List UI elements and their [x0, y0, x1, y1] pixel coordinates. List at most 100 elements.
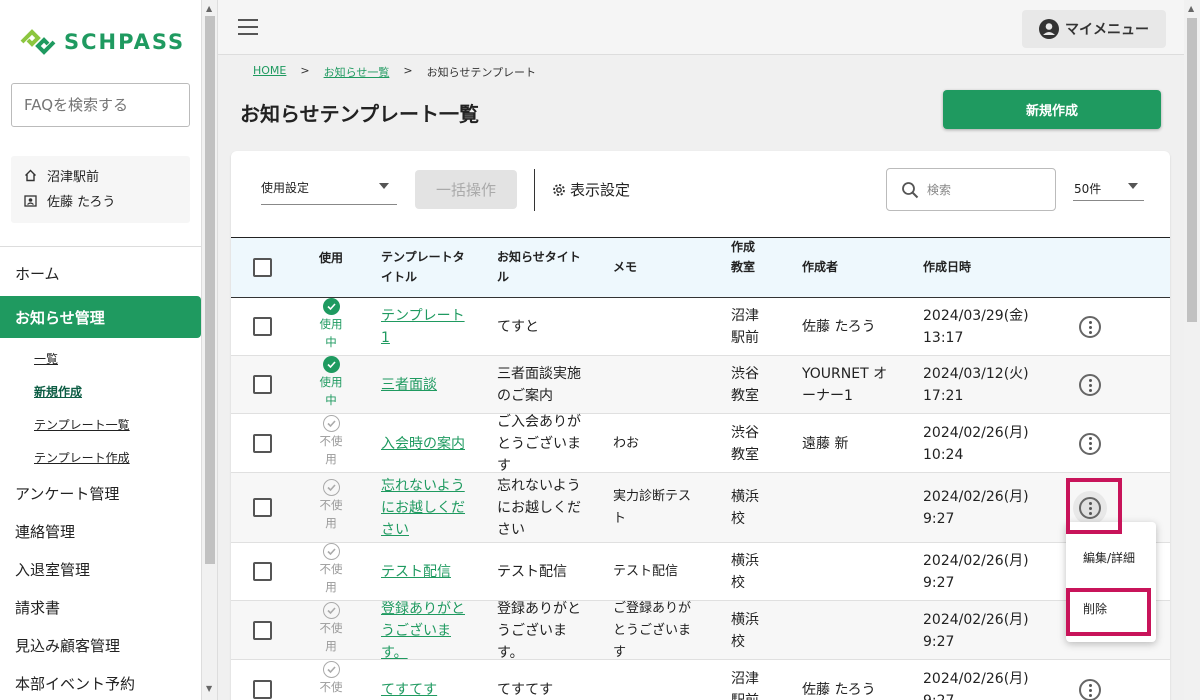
select-all-checkbox[interactable] — [253, 258, 272, 277]
row-checkbox[interactable] — [253, 317, 272, 336]
nav-prospects[interactable]: 見込み顧客管理 — [0, 626, 201, 664]
nav-notice-management[interactable]: お知らせ管理 — [0, 296, 201, 338]
scroll-down-icon[interactable]: ▼ — [206, 684, 212, 693]
row-checkbox[interactable] — [253, 680, 272, 699]
nav-sub-list[interactable]: 一覧 — [0, 342, 201, 375]
nav-sub-template-create[interactable]: テンプレート作成 — [0, 441, 201, 474]
usage-label: 不使用 — [319, 562, 343, 594]
memo: わお — [613, 435, 640, 451]
usage-label: 不使用 — [319, 498, 343, 530]
usage-label: 不使用 — [319, 433, 343, 466]
account-icon — [1039, 19, 1059, 39]
creator — [802, 486, 898, 530]
table-row: 不使用 てすてす てすてす 沼津駅前 佐藤 たろう 2024/02/26(月) 9:27 — [231, 660, 1170, 700]
top-header: マイメニュー — [218, 0, 1184, 55]
row-checkbox[interactable] — [253, 620, 272, 640]
row-checkbox[interactable] — [253, 433, 272, 453]
school: 横浜校 — [731, 489, 759, 527]
more-vert-icon[interactable] — [1079, 374, 1101, 396]
memo: ご登録ありがとうございます — [613, 600, 692, 660]
search-input[interactable]: 検索 — [886, 168, 1056, 211]
th-memo: メモ — [613, 260, 638, 274]
check-circle-icon — [322, 298, 340, 315]
th-created-at: 作成日時 — [923, 260, 972, 274]
nav-contact[interactable]: 連絡管理 — [0, 512, 201, 550]
row-checkbox[interactable] — [253, 562, 272, 581]
memo: テスト配信 — [613, 564, 679, 579]
created-at: 2024/02/26(月) 10:24 — [923, 424, 1029, 463]
th-template-title: テンプレートタイトル — [381, 250, 465, 284]
row-checkbox[interactable] — [253, 498, 272, 517]
per-page-select[interactable]: 50件 — [1073, 171, 1144, 201]
menu-item-edit[interactable]: 編集/詳細 — [1083, 549, 1135, 566]
search-icon — [902, 181, 919, 198]
creator: 佐藤 たろう — [802, 682, 876, 698]
template-title-link[interactable]: 三者面談 — [381, 363, 465, 407]
logo[interactable]: SCHPASS — [18, 28, 185, 56]
nav-invoice[interactable]: 請求書 — [0, 588, 201, 626]
template-list-card: 使用設定 一括操作 表示設定 検索 50件 使用 テンプレートタイトル お知らせ… — [231, 151, 1170, 700]
faq-search-input[interactable] — [11, 83, 190, 127]
nav-sub-template-list[interactable]: テンプレート一覧 — [0, 408, 201, 441]
usage-status: 使用中 — [317, 298, 345, 351]
template-title-link[interactable]: 登録ありがとうございます。 — [381, 601, 465, 661]
new-button[interactable]: 新規作成 — [943, 90, 1161, 129]
usage-label: 使用中 — [319, 317, 343, 349]
highlight-kebab — [1066, 478, 1122, 534]
template-title-link[interactable]: テンプレート1 — [381, 305, 465, 349]
created-at: 2024/02/26(月) 9:27 — [923, 671, 1029, 700]
breadcrumb-notice-list[interactable]: お知らせ一覧 — [324, 64, 390, 80]
nav-attendance[interactable]: 入退室管理 — [0, 550, 201, 588]
breadcrumb-home[interactable]: HOME — [253, 64, 286, 80]
usage-filter-select[interactable]: 使用設定 — [261, 171, 397, 205]
row-checkbox[interactable] — [253, 375, 272, 394]
table-body: 使用中 テンプレート1 てすと 沼津駅前 佐藤 たろう 2024/03/29(金) 13:… — [231, 298, 1170, 700]
bulk-action-button[interactable]: 一括操作 — [415, 170, 517, 209]
toolbar-divider — [534, 169, 535, 211]
scroll-up-icon[interactable]: ▲ — [1188, 4, 1194, 13]
table-row: 不使用 忘れないようにお越しください 忘れないようにお越しください 実力診断テスト 横浜… — [231, 473, 1170, 543]
search-placeholder: 検索 — [927, 183, 952, 197]
more-vert-icon[interactable] — [1079, 679, 1101, 700]
nav-sub-new[interactable]: 新規作成 — [0, 375, 201, 408]
memo — [613, 305, 697, 349]
memo — [613, 363, 697, 407]
breadcrumb: HOME > お知らせ一覧 > お知らせテンプレート — [253, 64, 536, 80]
nav-hq-events[interactable]: 本部イベント予約 — [0, 664, 201, 700]
check-circle-outline-icon — [322, 414, 340, 432]
check-circle-icon — [322, 356, 340, 373]
page-scrollbar[interactable]: ▲ — [1184, 0, 1200, 700]
usage-status: 不使用 — [317, 543, 345, 596]
template-title-link[interactable]: 忘れないようにお越しください — [381, 478, 465, 538]
display-settings-button[interactable]: 表示設定 — [552, 179, 630, 200]
th-creator: 作成者 — [802, 260, 839, 274]
my-menu-button[interactable]: マイメニュー — [1022, 10, 1166, 48]
page-scroll-thumb[interactable] — [1187, 18, 1197, 322]
usage-label: 使用中 — [319, 375, 343, 407]
template-title-link[interactable]: 入会時の案内 — [381, 422, 465, 466]
notice-title: ご入会ありがとうございます — [497, 413, 581, 474]
template-title-link[interactable]: テスト配信 — [381, 550, 465, 594]
usage-label: 不使用 — [319, 620, 343, 653]
scroll-up-icon[interactable]: ▲ — [206, 4, 212, 13]
sidebar-scroll-thumb[interactable] — [205, 16, 215, 564]
template-title-link[interactable]: てすてす — [381, 668, 465, 700]
created-at: 2024/02/26(月) 9:27 — [923, 489, 1029, 527]
notice-title: てすと — [497, 319, 539, 335]
notice-title: 忘れないようにお越しください — [497, 478, 581, 538]
nav-home[interactable]: ホーム — [0, 254, 201, 292]
more-vert-icon[interactable] — [1079, 316, 1101, 338]
nav-survey[interactable]: アンケート管理 — [0, 474, 201, 512]
more-vert-icon[interactable] — [1079, 432, 1101, 455]
chevron-down-icon — [1128, 183, 1138, 189]
usage-label: 不使用 — [319, 680, 343, 700]
school-name: 沼津駅前 — [47, 170, 100, 185]
hamburger-menu-icon[interactable] — [238, 19, 258, 35]
school: 渋谷教室 — [731, 366, 759, 404]
usage-status: 不使用 — [317, 479, 345, 532]
created-at: 2024/02/26(月) 9:27 — [923, 611, 1029, 650]
sidebar-scrollbar[interactable]: ▲ ▼ — [202, 0, 218, 700]
check-circle-outline-icon — [322, 479, 340, 496]
school: 横浜校 — [731, 553, 759, 591]
school: 沼津駅前 — [731, 671, 759, 700]
